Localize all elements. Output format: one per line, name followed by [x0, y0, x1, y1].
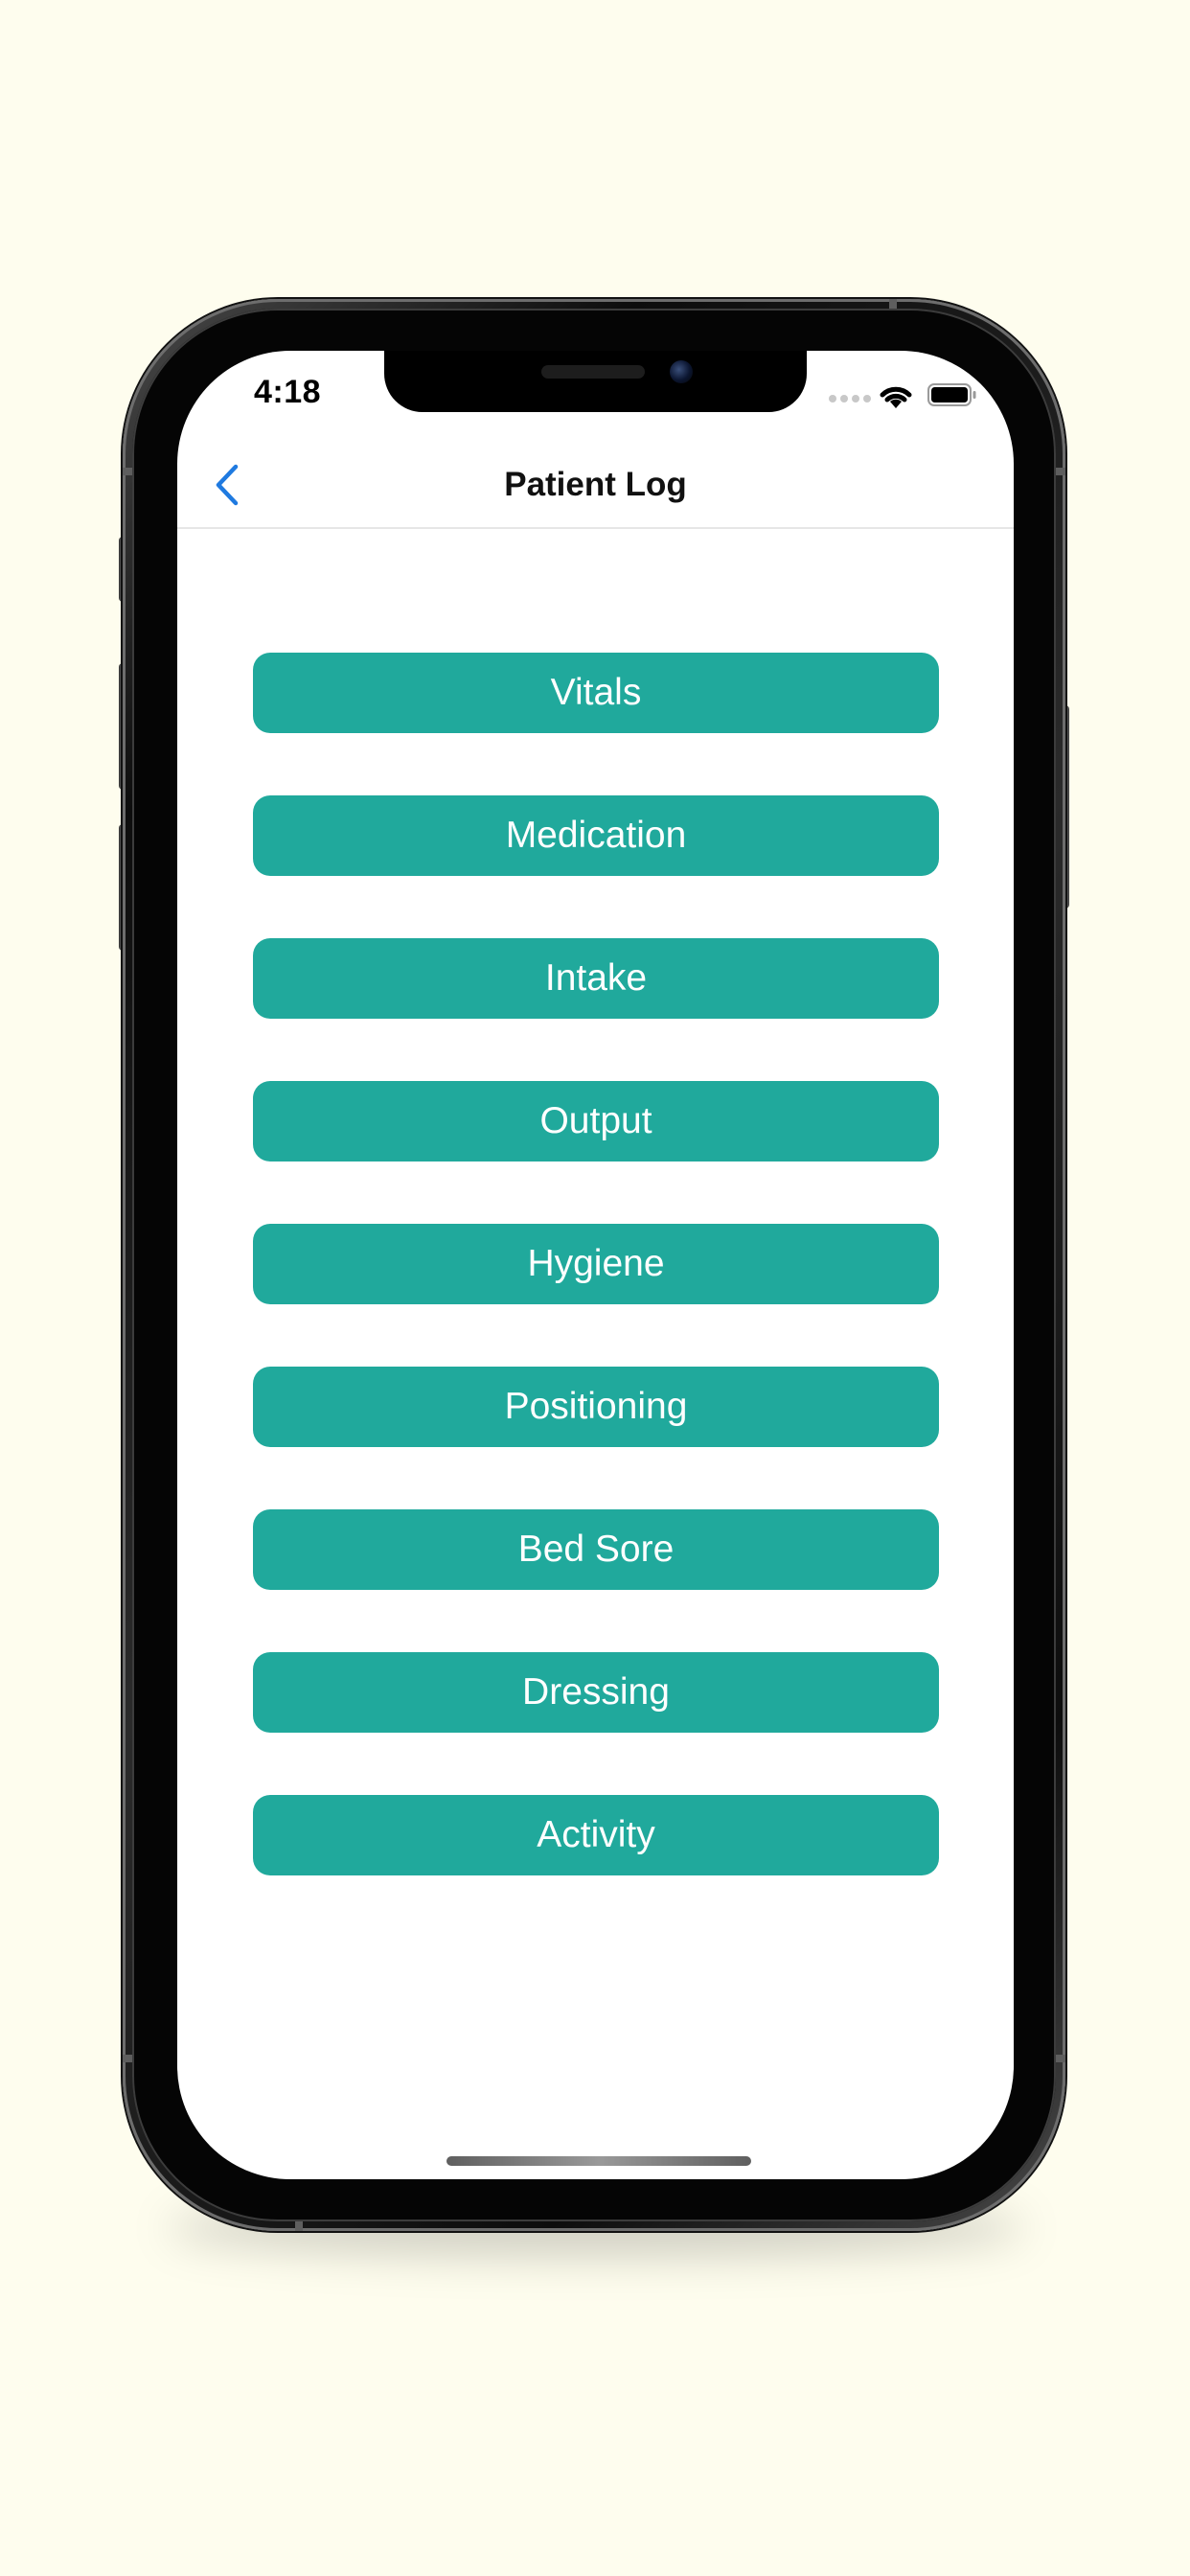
- status-time: 4:18: [254, 374, 322, 410]
- antenna-band: [295, 2221, 303, 2231]
- navigation-bar: Patient Log: [177, 443, 1014, 529]
- cellular-signal-icon: [829, 395, 871, 402]
- activity-button[interactable]: Activity: [253, 1795, 939, 1875]
- medication-button[interactable]: Medication: [253, 795, 939, 876]
- battery-icon: [927, 383, 976, 406]
- screen: 4:18 Patient Log Vitals Medication Intak…: [177, 351, 1014, 2179]
- antenna-band: [123, 468, 132, 475]
- output-button[interactable]: Output: [253, 1081, 939, 1162]
- antenna-band: [1056, 468, 1065, 475]
- wifi-icon: [880, 386, 912, 408]
- page-title: Patient Log: [504, 466, 687, 503]
- antenna-band: [889, 299, 897, 309]
- positioning-button[interactable]: Positioning: [253, 1367, 939, 1447]
- bed-sore-button[interactable]: Bed Sore: [253, 1509, 939, 1590]
- front-camera: [670, 360, 693, 383]
- hygiene-button[interactable]: Hygiene: [253, 1224, 939, 1304]
- dressing-button[interactable]: Dressing: [253, 1652, 939, 1733]
- notch: [384, 351, 807, 412]
- log-category-list: Vitals Medication Intake Output Hygiene …: [253, 653, 939, 1938]
- antenna-band: [1056, 2055, 1065, 2062]
- speaker-grille: [541, 365, 645, 379]
- antenna-band: [123, 2055, 132, 2062]
- vitals-button[interactable]: Vitals: [253, 653, 939, 733]
- intake-button[interactable]: Intake: [253, 938, 939, 1019]
- home-indicator[interactable]: [446, 2156, 751, 2166]
